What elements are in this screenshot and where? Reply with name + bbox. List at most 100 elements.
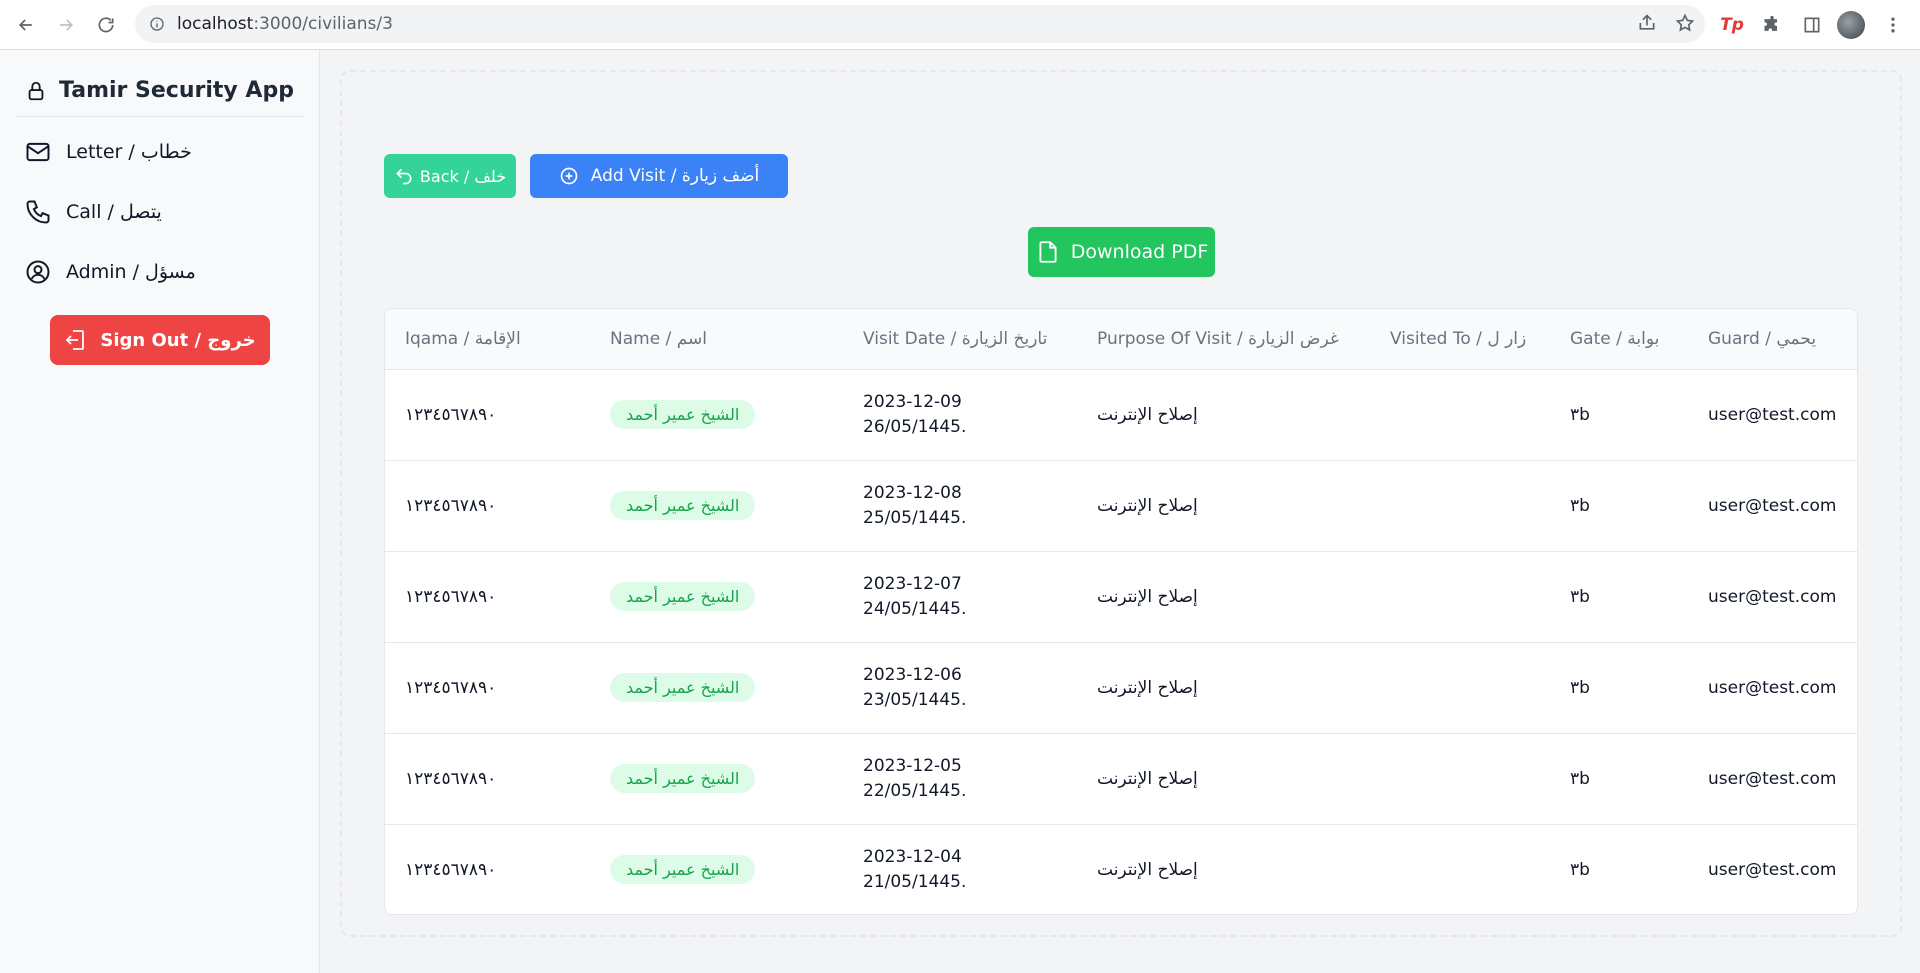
cell-visit-date: 2023-12-08 25/05/1445. (843, 460, 1077, 551)
cell-visited-to (1370, 369, 1550, 460)
table-row[interactable]: ١٢٣٤٥٦٧٨٩٠ الشيخ عمير أحمد 2023-12-09 26/… (385, 369, 1857, 460)
download-pdf-label: Download PDF (1070, 241, 1209, 263)
cell-gate: ٣b (1570, 677, 1590, 698)
browser-toolbar: localhost:3000/civilians/3 Tp (0, 0, 1920, 50)
user-circle-icon (26, 260, 50, 284)
cell-guard: user@test.com (1708, 495, 1837, 516)
table-row[interactable]: ١٢٣٤٥٦٧٨٩٠ الشيخ عمير أحمد 2023-12-08 25/… (385, 460, 1857, 551)
cell-purpose: إصلاح الإنترنت (1097, 677, 1198, 698)
lock-icon (28, 81, 44, 100)
table-row[interactable]: ١٢٣٤٥٦٧٨٩٠ الشيخ عمير أحمد 2023-12-04 21/… (385, 824, 1857, 914)
table-header-row: Iqama / الإقامة Name / اسم Visit Date / … (385, 309, 1857, 369)
address-bar[interactable]: localhost:3000/civilians/3 (135, 5, 1705, 43)
table-row[interactable]: ١٢٣٤٥٦٧٨٩٠ الشيخ عمير أحمد 2023-12-06 23/… (385, 642, 1857, 733)
cell-purpose: إصلاح الإنترنت (1097, 495, 1198, 516)
name-badge: الشيخ عمير أحمد (610, 400, 756, 429)
sign-out-button[interactable]: Sign Out / خروج (50, 315, 270, 365)
add-visit-button[interactable]: Add Visit / أضف زيارة (530, 154, 788, 198)
main-content: Back / خلف Add Visit / أضف زيارة Downloa… (340, 70, 1902, 937)
sidebar-item-admin[interactable]: Admin / مسؤل (24, 252, 196, 292)
cell-gate: ٣b (1570, 495, 1590, 516)
cell-iqama: ١٢٣٤٥٦٧٨٩٠ (405, 404, 497, 425)
header-purpose[interactable]: Purpose Of Visit / غرض الزيارة (1077, 309, 1370, 369)
cell-name: الشيخ عمير أحمد (590, 642, 843, 733)
cell-purpose: إصلاح الإنترنت (1097, 404, 1198, 425)
header-gate[interactable]: Gate / بوابة (1550, 309, 1688, 369)
gregorian-date: 2023-12-05 (863, 755, 962, 776)
gregorian-date: 2023-12-04 (863, 846, 962, 867)
cell-visited-to (1370, 642, 1550, 733)
forward-arrow-icon[interactable] (46, 5, 86, 45)
sidebar: Tamir Security App Letter / خطاب Call / … (0, 50, 320, 973)
reload-icon[interactable] (86, 5, 126, 45)
name-badge: الشيخ عمير أحمد (610, 673, 756, 702)
sign-out-label: Sign Out / خروج (100, 329, 256, 351)
download-pdf-button[interactable]: Download PDF (1028, 227, 1215, 277)
name-badge: الشيخ عمير أحمد (610, 764, 756, 793)
hijri-date: 26/05/1445. (863, 416, 967, 437)
url-text: localhost:3000/civilians/3 (177, 14, 393, 34)
sidebar-item-label: Call / يتصل (66, 201, 162, 223)
cell-guard: user@test.com (1708, 586, 1837, 607)
hijri-date: 23/05/1445. (863, 689, 967, 710)
cell-visited-to (1370, 551, 1550, 642)
side-panel-icon[interactable] (1797, 10, 1827, 40)
name-badge: الشيخ عمير أحمد (610, 855, 756, 885)
cell-guard: user@test.com (1708, 677, 1837, 698)
extensions-puzzle-icon[interactable] (1757, 10, 1787, 40)
visits-table: Iqama / الإقامة Name / اسم Visit Date / … (384, 308, 1858, 915)
sidebar-item-letter[interactable]: Letter / خطاب (24, 132, 192, 172)
cell-visited-to (1370, 733, 1550, 824)
site-info-icon[interactable] (149, 16, 165, 32)
cell-visit-date: 2023-12-04 21/05/1445. (843, 824, 1077, 914)
header-iqama[interactable]: Iqama / الإقامة (385, 309, 590, 369)
cell-name: الشيخ عمير أحمد (590, 824, 843, 914)
header-visit-date[interactable]: Visit Date / تاريخ الزيارة (843, 309, 1077, 369)
cell-gate: ٣b (1570, 859, 1590, 880)
cell-iqama: ١٢٣٤٥٦٧٨٩٠ (405, 495, 497, 516)
app-brand: Tamir Security App (16, 65, 303, 117)
cell-visit-date: 2023-12-05 22/05/1445. (843, 733, 1077, 824)
cell-visit-date: 2023-12-09 26/05/1445. (843, 369, 1077, 460)
hijri-date: 25/05/1445. (863, 507, 967, 528)
hijri-date: 21/05/1445. (863, 871, 967, 892)
cell-visit-date: 2023-12-06 23/05/1445. (843, 642, 1077, 733)
gregorian-date: 2023-12-07 (863, 573, 962, 594)
cell-purpose: إصلاح الإنترنت (1097, 859, 1198, 880)
table-row[interactable]: ١٢٣٤٥٦٧٨٩٠ الشيخ عمير أحمد 2023-12-05 22/… (385, 733, 1857, 824)
name-badge: الشيخ عمير أحمد (610, 582, 756, 611)
cell-gate: ٣b (1570, 768, 1590, 789)
sidebar-item-label: Letter / خطاب (66, 141, 192, 163)
sidebar-item-label: Admin / مسؤل (66, 261, 196, 283)
share-icon[interactable] (1637, 13, 1657, 33)
cell-iqama: ١٢٣٤٥٦٧٨٩٠ (405, 586, 497, 607)
plus-circle-icon (560, 167, 578, 185)
back-button[interactable]: Back / خلف (384, 154, 516, 198)
table-row[interactable]: ١٢٣٤٥٦٧٨٩٠ الشيخ عمير أحمد 2023-12-07 24/… (385, 551, 1857, 642)
hijri-date: 24/05/1445. (863, 598, 967, 619)
browser-menu-icon[interactable] (1878, 10, 1908, 40)
mail-icon (26, 142, 50, 162)
cell-gate: ٣b (1570, 404, 1590, 425)
cell-iqama: ١٢٣٤٥٦٧٨٩٠ (405, 859, 497, 880)
bookmark-star-icon[interactable] (1675, 13, 1695, 33)
sidebar-item-call[interactable]: Call / يتصل (24, 192, 162, 232)
cell-guard: user@test.com (1708, 768, 1837, 789)
tp-extension-icon[interactable]: Tp (1717, 10, 1747, 40)
header-name[interactable]: Name / اسم (590, 309, 843, 369)
back-arrow-icon[interactable] (6, 5, 46, 45)
cell-visited-to (1370, 460, 1550, 551)
sign-out-icon (66, 330, 85, 350)
cell-name: الشيخ عمير أحمد (590, 369, 843, 460)
cell-gate: ٣b (1570, 586, 1590, 607)
cell-purpose: إصلاح الإنترنت (1097, 768, 1198, 789)
cell-name: الشيخ عمير أحمد (590, 551, 843, 642)
profile-avatar[interactable] (1836, 10, 1866, 40)
header-guard[interactable]: Guard / يحمي (1688, 309, 1857, 369)
hijri-date: 22/05/1445. (863, 780, 967, 801)
back-button-label: Back / خلف (419, 166, 507, 186)
cell-guard: user@test.com (1708, 859, 1837, 880)
header-visited-to[interactable]: Visited To / زار ل (1370, 309, 1550, 369)
gregorian-date: 2023-12-08 (863, 482, 962, 503)
cell-visit-date: 2023-12-07 24/05/1445. (843, 551, 1077, 642)
